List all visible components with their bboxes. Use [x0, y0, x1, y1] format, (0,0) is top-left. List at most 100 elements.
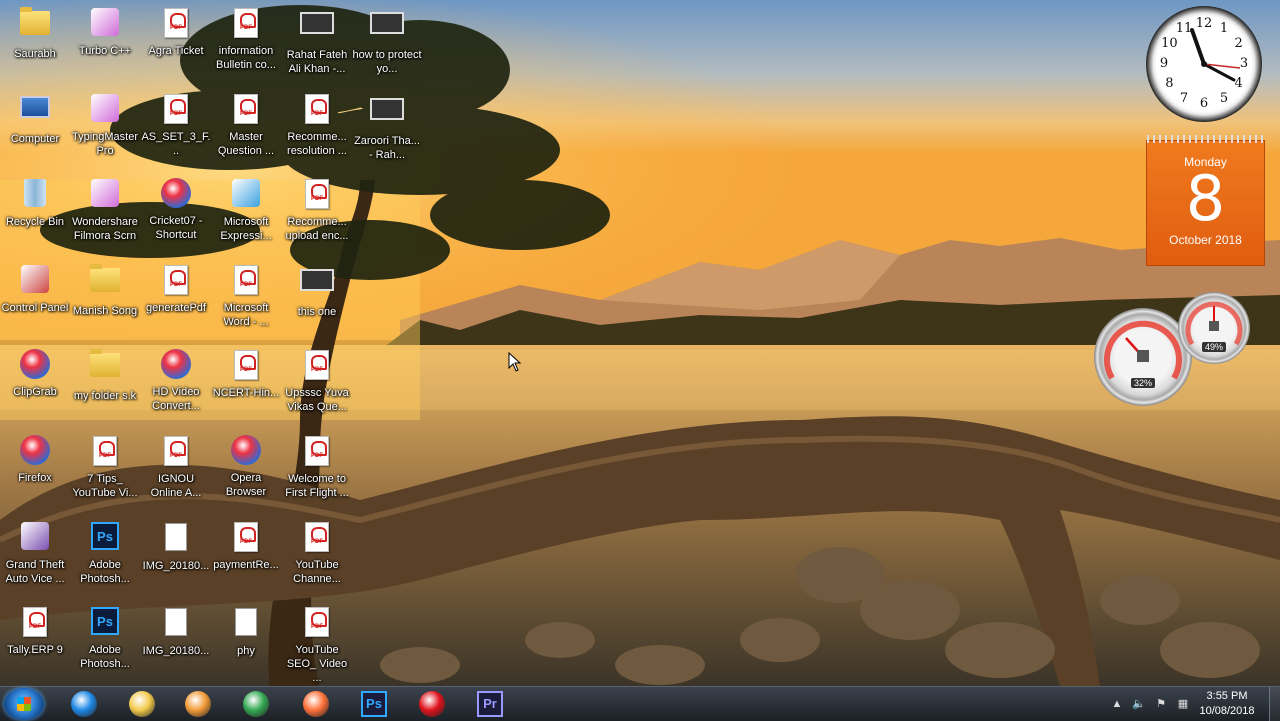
- desktop-icon[interactable]: Saurabh: [0, 4, 70, 61]
- clock-gadget[interactable]: 12 1 2 3 4 5 6 7 8 9 10 11: [1146, 6, 1262, 122]
- desktop-icon[interactable]: Wondershare Filmora Scrn: [70, 175, 140, 243]
- desktop-icon[interactable]: Welcome to First Flight ...: [282, 432, 352, 500]
- photoshop-icon: Ps: [361, 691, 387, 717]
- desktop-icon[interactable]: Turbo C++: [70, 4, 140, 58]
- pdf-file-icon: [164, 8, 188, 38]
- desktop-icon[interactable]: ClipGrab: [0, 346, 70, 399]
- network-icon[interactable]: ▦: [1176, 697, 1190, 711]
- desktop-icon[interactable]: Agra Ticket: [141, 4, 211, 58]
- desktop-icon[interactable]: Grand Theft Auto Vice ...: [0, 518, 70, 586]
- clock-number: 7: [1179, 90, 1189, 106]
- desktop-icon[interactable]: paymentRe...: [211, 518, 281, 572]
- desktop-icon[interactable]: information Bulletin co...: [211, 4, 281, 72]
- desktop-icon-label: Firefox: [18, 472, 52, 484]
- desktop-icon[interactable]: Recomme... upload enc...: [282, 175, 352, 243]
- taskbar-firefox-button[interactable]: [290, 689, 342, 719]
- desktop-icon[interactable]: Ps Adobe Photosh...: [70, 603, 140, 671]
- desktop-icon-label: generatePdf: [146, 302, 206, 314]
- icon-glyph: [300, 436, 334, 470]
- desktop-icon-label: Welcome to First Flight ...: [285, 473, 349, 499]
- desktop-icon[interactable]: Zaroori Tha... - Rah...: [352, 90, 422, 162]
- desktop-icon[interactable]: Rahat Fateh Ali Khan -...: [282, 4, 352, 76]
- desktop-icon[interactable]: AS_SET_3_F...: [141, 90, 211, 158]
- volume-icon[interactable]: 🔈: [1132, 697, 1146, 711]
- clock-number: 1: [1219, 21, 1229, 37]
- desktop-icon-label: Adobe Photosh...: [80, 644, 130, 670]
- desktop-icon[interactable]: Recomme... resolution ...: [282, 90, 352, 158]
- icon-glyph: [159, 523, 193, 557]
- desktop-icon[interactable]: 7 Tips_ YouTube Vi...: [70, 432, 140, 500]
- desktop-icon[interactable]: Master Question ...: [211, 90, 281, 158]
- desktop-icon-label: Recomme... resolution ...: [287, 131, 347, 157]
- desktop-icon[interactable]: Opera Browser: [211, 432, 281, 499]
- video-file-icon: [300, 12, 334, 34]
- firefox-icon: [303, 691, 329, 717]
- video-file-icon: [300, 269, 334, 291]
- desktop-icon[interactable]: Firefox: [0, 432, 70, 485]
- desktop-icon[interactable]: Manish Song: [70, 261, 140, 318]
- icon-glyph: [88, 436, 122, 470]
- desktop-icon[interactable]: Microsoft Expressi...: [211, 175, 281, 243]
- desktop-icon[interactable]: this one: [282, 261, 352, 319]
- desktop-icon[interactable]: Tally.ERP 9: [0, 603, 70, 657]
- taskbar-premiere-button[interactable]: Pr: [464, 689, 516, 719]
- desktop-icon[interactable]: generatePdf: [141, 261, 211, 315]
- desktop-icon[interactable]: Recycle Bin: [0, 175, 70, 229]
- desktop-icon[interactable]: YouTube SEO_ Video ...: [282, 603, 352, 685]
- icon-glyph: [88, 264, 122, 302]
- premiere-icon: Pr: [477, 691, 503, 717]
- desktop-icon-label: my folder s.k: [73, 390, 137, 402]
- ram-meter-gadget[interactable]: 49%: [1178, 292, 1250, 364]
- desktop-icon[interactable]: how to protect yo...: [352, 4, 422, 76]
- opera-icon: [419, 691, 445, 717]
- show-desktop-button[interactable]: [1269, 687, 1280, 721]
- icon-glyph: [229, 265, 263, 299]
- desktop-icon[interactable]: NCERT-Hin...: [211, 346, 281, 400]
- desktop-icon[interactable]: IGNOU Online A...: [141, 432, 211, 500]
- pdf-file-icon: [234, 265, 258, 295]
- desktop-icon-label: 7 Tips_ YouTube Vi...: [72, 473, 138, 499]
- desktop-icon[interactable]: HD Video Convert...: [141, 346, 211, 413]
- clock-number: 12: [1195, 16, 1213, 31]
- taskbar-chrome-button[interactable]: [230, 689, 282, 719]
- icon-glyph: [18, 96, 52, 130]
- desktop-icon-label: AS_SET_3_F...: [141, 131, 211, 157]
- desktop-icon[interactable]: Ps Adobe Photosh...: [70, 518, 140, 586]
- clock-number: 4: [1234, 76, 1243, 91]
- desktop-icon[interactable]: Microsoft Word - ...: [211, 261, 281, 329]
- taskbar-internet-explorer-button[interactable]: [58, 689, 110, 719]
- desktop-icon[interactable]: IMG_20180...: [141, 518, 211, 573]
- video-file-icon: [370, 12, 404, 34]
- pdf-file-icon: [23, 607, 47, 637]
- desktop-icon[interactable]: TypingMaster Pro: [70, 90, 140, 158]
- icon-glyph: [18, 349, 52, 383]
- desktop-icon[interactable]: Upsssc Yuva Vikas Que...: [282, 346, 352, 414]
- icon-glyph: [88, 179, 122, 213]
- calendar-day-number: 8: [1185, 162, 1226, 235]
- desktop-icon-label: Wondershare Filmora Scrn: [72, 216, 138, 242]
- photoshop-icon: Ps: [91, 607, 119, 635]
- desktop-icon[interactable]: Control Panel: [0, 261, 70, 315]
- desktop-icon[interactable]: phy: [211, 603, 281, 658]
- desktop-icon[interactable]: IMG_20180...: [141, 603, 211, 658]
- taskbar-photoshop-button[interactable]: Ps: [348, 689, 400, 719]
- taskbar-clock[interactable]: 3:55 PM 10/08/2018: [1192, 689, 1262, 719]
- taskbar-file-explorer-button[interactable]: [116, 689, 168, 719]
- icon-glyph: [300, 607, 334, 641]
- icon-glyph: Ps: [88, 607, 122, 641]
- desktop-icon-label: how to protect yo...: [352, 49, 422, 75]
- desktop-icon[interactable]: my folder s.k: [70, 346, 140, 403]
- start-button[interactable]: [4, 688, 44, 720]
- desktop-icon-label: Control Panel: [1, 302, 69, 314]
- app-icon: [21, 265, 49, 293]
- show-hidden-icons-icon[interactable]: ▲: [1110, 697, 1124, 711]
- icon-glyph: [18, 7, 52, 45]
- desktop-icon[interactable]: Cricket07 - Shortcut: [141, 175, 211, 242]
- taskbar-opera-button[interactable]: [406, 689, 458, 719]
- desktop-icon[interactable]: Computer: [0, 90, 70, 146]
- desktop-icon[interactable]: YouTube Channe...: [282, 518, 352, 586]
- desktop-icon-label: YouTube SEO_ Video ...: [286, 644, 348, 684]
- action-center-flag-icon[interactable]: ⚑: [1154, 697, 1168, 711]
- taskbar-media-player-button[interactable]: [172, 689, 224, 719]
- calendar-gadget[interactable]: Monday 8 October 2018: [1146, 135, 1265, 266]
